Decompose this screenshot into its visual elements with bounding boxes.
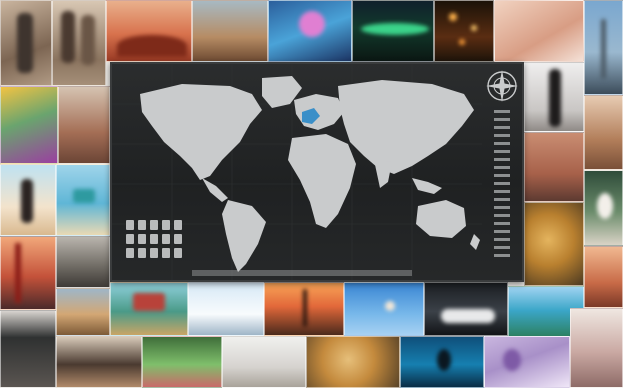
photo-skydiving: [344, 282, 424, 336]
photo-lifeguard-tower: [56, 164, 110, 236]
photo-dog: [56, 336, 142, 388]
photo-leopard: [524, 202, 584, 286]
continent-central-america: [202, 178, 228, 202]
photo-colorful-dragon: [0, 86, 58, 164]
continent-north-america: [140, 84, 262, 180]
continents: [140, 76, 480, 276]
world-map-illustration: [112, 64, 518, 280]
photo-golden-gate: [0, 236, 56, 310]
photo-purple-banknote: [484, 336, 570, 388]
photo-neon-sphere: [268, 0, 352, 62]
photo-canyon: [192, 0, 268, 62]
scratch-world-map-poster: [110, 62, 524, 282]
photo-hands-skin: [494, 0, 584, 62]
continent-australia: [416, 200, 466, 238]
photo-sunset-tree: [264, 282, 344, 336]
photo-street-buildings: [58, 86, 110, 164]
photo-snow-mountains: [188, 282, 264, 336]
photo-beach-woman: [0, 164, 56, 236]
legend-list: [494, 110, 510, 257]
photo-cheetah: [306, 336, 400, 388]
photo-red-hoodie: [0, 310, 56, 388]
photo-underwater-diver: [400, 336, 484, 388]
photo-temple: [110, 282, 188, 336]
photo-desert-cliffs: [584, 246, 623, 308]
photo-dog-couple: [56, 236, 110, 288]
photo-gift-boxes: [570, 308, 623, 388]
continent-south-america: [222, 200, 266, 272]
photo-mirror-selfie: [584, 95, 623, 170]
compass-rose-icon: [486, 70, 518, 102]
photo-yoga-meditation: [584, 170, 623, 246]
photo-collage: [0, 0, 623, 388]
photo-fitness-body: [524, 132, 584, 202]
photo-girls-city: [52, 0, 106, 86]
photo-garden: [142, 336, 222, 388]
continent-asia: [338, 80, 474, 174]
photo-interior: [222, 336, 306, 388]
continent-new-zealand: [470, 234, 480, 250]
landmark-icons: [126, 220, 182, 258]
photo-woman-posing: [524, 62, 584, 132]
photo-bridge-travel: [56, 288, 110, 336]
continent-europe: [294, 94, 344, 130]
continent-africa: [288, 134, 356, 228]
photo-woman-street: [0, 0, 52, 86]
continent-southeast-asia: [412, 178, 442, 194]
photo-desert-red: [106, 0, 192, 62]
photo-lanterns-night: [434, 0, 494, 62]
continent-antarctica: [192, 270, 412, 276]
photo-city-tower: [584, 0, 623, 95]
photo-sports-car: [424, 282, 508, 336]
photo-aurora: [352, 0, 434, 62]
